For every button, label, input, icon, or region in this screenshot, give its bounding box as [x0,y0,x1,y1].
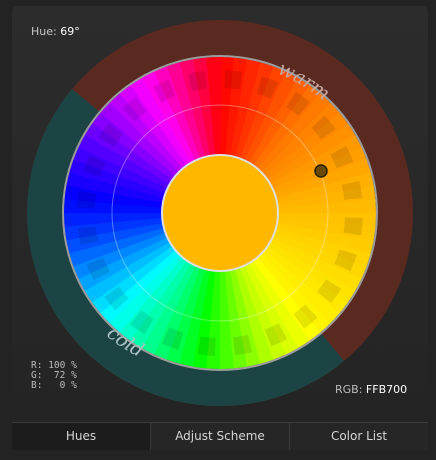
view-tabs: Hues Adjust Scheme Color List [12,422,428,450]
rgb-percent-readout: R: 100 % G: 72 % B: 0 % [31,361,77,391]
hue-readout: Hue: 69° [31,25,80,38]
hue-step-notch [197,336,216,356]
hue-step-notch [224,70,243,90]
blue-value: 0 [59,380,66,391]
selected-color-swatch [161,154,279,272]
tab-hues[interactable]: Hues [12,423,151,450]
tab-color-list[interactable]: Color List [290,423,428,450]
hue-step-notch [343,217,363,236]
blue-unit: % [71,380,77,391]
color-scheme-designer: warm cold Hue: 69° R: 100 % G: 72 % B: 0… [0,0,436,460]
blue-label: B: [31,380,43,391]
hue-value: 69° [60,25,80,38]
hue-selector-handle[interactable] [314,164,328,178]
rgb-label: RGB: [335,383,363,396]
hue-step-notch [77,190,97,209]
rgb-hex-value: FFB700 [365,383,408,396]
tab-adjust-scheme[interactable]: Adjust Scheme [151,423,290,450]
rgb-hex-readout: RGB: FFB700 [335,383,407,396]
hue-label: Hue: [31,25,57,38]
